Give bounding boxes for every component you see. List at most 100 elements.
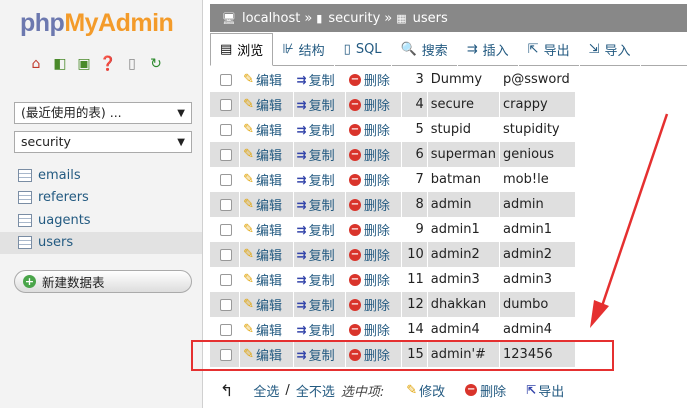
tab-export[interactable]: ⇱ 导出 [519, 33, 580, 66]
delete-link[interactable]: − 删除 [348, 220, 390, 239]
cell-password[interactable]: genious [499, 142, 576, 167]
cell-id[interactable]: 4 [401, 92, 428, 117]
edit-link[interactable]: ✎ 编辑 [243, 195, 282, 214]
database-select[interactable]: security ▼ [14, 131, 192, 153]
edit-link[interactable]: ✎ 编辑 [243, 320, 282, 339]
copy-link[interactable]: ⇉ 复制 [297, 195, 335, 215]
copy-link[interactable]: ⇉ 复制 [297, 70, 335, 90]
cell-username[interactable]: admin1 [427, 217, 501, 242]
cell-id[interactable]: 10 [401, 242, 428, 267]
cell-id[interactable]: 8 [401, 192, 428, 217]
cell-password[interactable]: admin [499, 192, 576, 217]
row-checkbox[interactable] [220, 248, 232, 261]
deselect-all-link[interactable]: 全不选 [296, 381, 335, 400]
cell-id[interactable]: 5 [401, 117, 428, 142]
cell-id[interactable]: 11 [401, 267, 428, 292]
cell-username[interactable]: Dummy [427, 67, 501, 92]
cell-password[interactable]: dumbo [499, 292, 576, 317]
select-all-link[interactable]: 全选 [253, 381, 279, 400]
edit-link[interactable]: ✎ 编辑 [243, 220, 282, 239]
recent-tables-select[interactable]: (最近使用的表) ... ▼ [14, 102, 192, 124]
tab-sql[interactable]: ▯ SQL [335, 33, 392, 66]
bulk-edit-button[interactable]: ✎ 修改 [406, 381, 445, 400]
cell-username[interactable]: secure [427, 92, 501, 117]
row-checkbox[interactable] [220, 73, 232, 86]
edit-link[interactable]: ✎ 编辑 [243, 120, 282, 139]
reload-icon[interactable]: ↻ [146, 55, 166, 73]
row-checkbox[interactable] [220, 98, 232, 111]
row-checkbox[interactable] [220, 273, 232, 286]
cell-id[interactable]: 12 [401, 292, 428, 317]
query-window-icon[interactable]: ▣ [74, 55, 94, 73]
bulk-export-button[interactable]: ⇱ 导出 [526, 381, 564, 400]
tab-search[interactable]: 🔍 搜索 [392, 33, 458, 66]
breadcrumb-table[interactable]: users [413, 11, 448, 26]
sidebar-table-referers[interactable]: referers [0, 187, 202, 210]
cell-password[interactable]: admin1 [499, 217, 576, 242]
sidebar-table-uagents[interactable]: uagents [0, 209, 202, 232]
delete-link[interactable]: − 删除 [348, 195, 390, 214]
cell-username[interactable]: admin4 [427, 317, 501, 342]
copy-link[interactable]: ⇉ 复制 [297, 295, 335, 315]
tab-insert[interactable]: ⇉ 插入 [458, 33, 519, 66]
edit-link[interactable]: ✎ 编辑 [243, 145, 282, 164]
tab-import[interactable]: ⇲ 导入 [580, 33, 641, 66]
logout-icon[interactable]: ◧ [50, 55, 70, 73]
edit-link[interactable]: ✎ 编辑 [243, 170, 282, 189]
sidebar-table-users[interactable]: users [0, 231, 202, 254]
sidebar-table-emails[interactable]: emails [0, 164, 202, 187]
row-checkbox[interactable] [220, 223, 232, 236]
copy-link[interactable]: ⇉ 复制 [297, 145, 335, 165]
cell-username[interactable]: admin3 [427, 267, 501, 292]
cell-password[interactable]: p@ssword [499, 67, 576, 92]
edit-link[interactable]: ✎ 编辑 [243, 245, 282, 264]
copy-link[interactable]: ⇉ 复制 [297, 220, 335, 240]
edit-link[interactable]: ✎ 编辑 [243, 270, 282, 289]
breadcrumb-server[interactable]: localhost [242, 11, 300, 26]
delete-link[interactable]: − 删除 [348, 320, 390, 339]
cell-password[interactable]: mob!le [499, 167, 576, 192]
delete-link[interactable]: − 删除 [348, 270, 390, 289]
cell-password[interactable]: admin2 [499, 242, 576, 267]
edit-link[interactable]: ✎ 编辑 [243, 295, 282, 314]
cell-username[interactable]: superman [427, 142, 501, 167]
cell-id[interactable]: 14 [401, 317, 428, 342]
cell-password[interactable]: crappy [499, 92, 576, 117]
edit-link[interactable]: ✎ 编辑 [243, 95, 282, 114]
delete-link[interactable]: − 删除 [348, 120, 390, 139]
cell-id[interactable]: 7 [401, 167, 428, 192]
row-checkbox[interactable] [220, 298, 232, 311]
home-icon[interactable]: ⌂ [26, 55, 46, 73]
copy-link[interactable]: ⇉ 复制 [297, 320, 335, 340]
bulk-delete-button[interactable]: − 删除 [465, 381, 506, 400]
delete-link[interactable]: − 删除 [348, 170, 390, 189]
delete-link[interactable]: − 删除 [348, 295, 390, 314]
cell-id[interactable]: 3 [401, 67, 428, 92]
copy-link[interactable]: ⇉ 复制 [297, 95, 335, 115]
cell-password[interactable]: stupidity [499, 117, 576, 142]
row-checkbox[interactable] [220, 323, 232, 336]
breadcrumb-database[interactable]: security [328, 11, 380, 26]
new-table-button[interactable]: + 新建数据表 [14, 270, 192, 293]
cell-username[interactable]: dhakkan [427, 292, 501, 317]
help-icon[interactable]: ❓ [98, 55, 118, 73]
tab-structure[interactable]: ⊮ 结构 [273, 33, 335, 66]
cell-password[interactable]: admin3 [499, 267, 576, 292]
cell-username[interactable]: stupid [427, 117, 501, 142]
copy-link[interactable]: ⇉ 复制 [297, 120, 335, 140]
docs-icon[interactable]: ▯ [122, 55, 142, 73]
cell-id[interactable]: 6 [401, 142, 428, 167]
delete-link[interactable]: − 删除 [348, 95, 390, 114]
delete-link[interactable]: − 删除 [348, 145, 390, 164]
cell-username[interactable]: admin [427, 192, 501, 217]
copy-link[interactable]: ⇉ 复制 [297, 245, 335, 265]
delete-link[interactable]: − 删除 [348, 245, 390, 264]
tab-browse[interactable]: ▤ 浏览 [210, 33, 274, 66]
phpmyadmin-logo[interactable]: phpMyAdmin [20, 9, 174, 38]
cell-id[interactable]: 9 [401, 217, 428, 242]
row-checkbox[interactable] [220, 173, 232, 186]
copy-link[interactable]: ⇉ 复制 [297, 170, 335, 190]
row-checkbox[interactable] [220, 148, 232, 161]
delete-link[interactable]: − 删除 [348, 70, 390, 89]
cell-username[interactable]: batman [427, 167, 501, 192]
